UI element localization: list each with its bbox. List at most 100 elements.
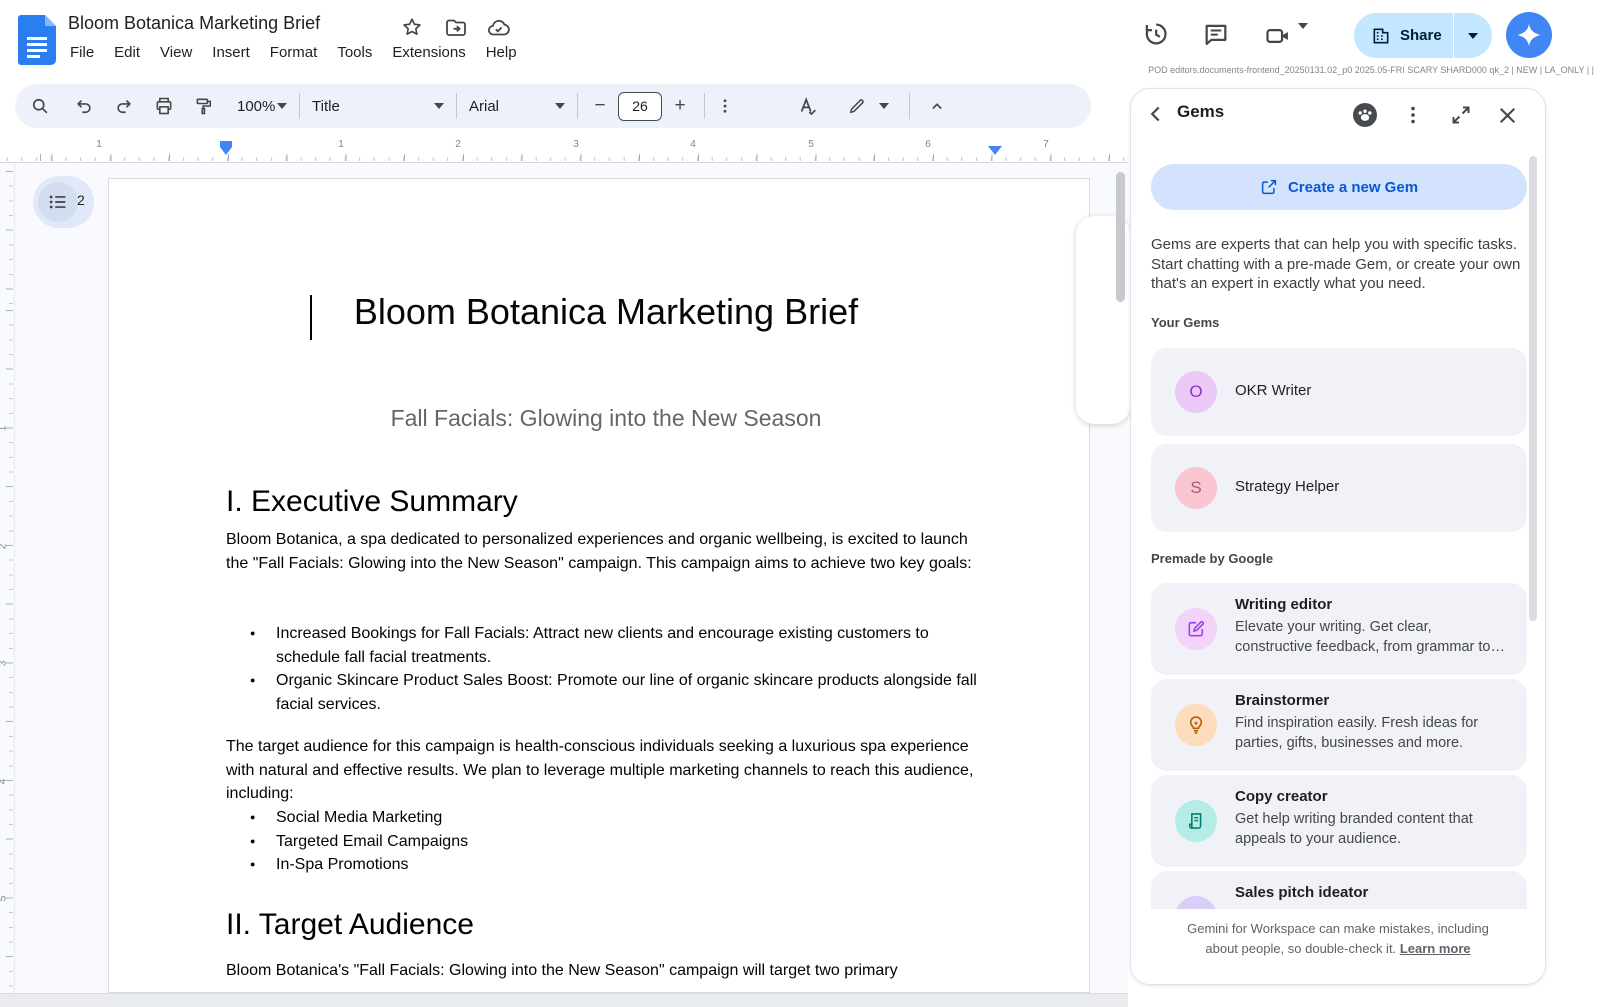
gem-card-okr-writer[interactable]: O OKR Writer bbox=[1151, 348, 1527, 436]
learn-more-link[interactable]: Learn more bbox=[1400, 941, 1471, 956]
share-button[interactable]: Share bbox=[1354, 13, 1492, 58]
gem-card-brainstormer[interactable]: Brainstormer Find inspiration easily. Fr… bbox=[1151, 679, 1527, 771]
menu-bar: File Edit View Insert Format Tools Exten… bbox=[60, 42, 527, 63]
document-page[interactable]: Bloom Botanica Marketing Brief Fall Faci… bbox=[108, 178, 1090, 993]
ruler-number: 7 bbox=[1043, 139, 1049, 150]
ruler-number: 5 bbox=[808, 139, 814, 150]
gem-name: Brainstormer bbox=[1235, 692, 1329, 709]
doc-paragraph: Bloom Botanica's "Fall Facials: Glowing … bbox=[226, 959, 990, 983]
gem-description: Elevate your writing. Get clear, constru… bbox=[1235, 618, 1513, 657]
ruler-number: 3 bbox=[573, 139, 579, 150]
gemini-spark-icon bbox=[1516, 22, 1542, 48]
ruler-number: 4 bbox=[0, 779, 8, 785]
ruler-number: 2 bbox=[455, 139, 461, 150]
gem-initial: O bbox=[1189, 382, 1202, 402]
doc-bullet-list: Social Media Marketing Targeted Email Ca… bbox=[276, 806, 990, 877]
gem-avatar bbox=[1175, 800, 1217, 842]
gem-name: Sales pitch ideator bbox=[1235, 884, 1368, 901]
gemini-spark-button[interactable] bbox=[1506, 12, 1552, 58]
share-chevron-down-icon[interactable] bbox=[1454, 33, 1492, 39]
google-docs-logo-icon[interactable] bbox=[18, 15, 56, 65]
hide-menus-chevron-up-icon[interactable] bbox=[920, 89, 954, 123]
expand-panel-icon[interactable] bbox=[1449, 103, 1477, 131]
font-size-input[interactable]: 26 bbox=[618, 92, 662, 121]
lightbulb-icon bbox=[1186, 715, 1206, 735]
menu-view[interactable]: View bbox=[150, 42, 202, 63]
comments-icon[interactable] bbox=[1202, 20, 1230, 48]
doc-bullet-item: Organic Skincare Product Sales Boost: Pr… bbox=[276, 669, 990, 716]
more-options-icon[interactable] bbox=[711, 89, 739, 123]
meet-videocam-icon[interactable] bbox=[1264, 22, 1292, 50]
edit-square-icon bbox=[1186, 619, 1206, 639]
gemini-disclaimer: Gemini for Workspace can make mistakes, … bbox=[1131, 909, 1545, 985]
search-menus-icon[interactable] bbox=[23, 89, 57, 123]
ruler-number: 5 bbox=[0, 896, 8, 902]
gem-avatar: S bbox=[1175, 467, 1217, 509]
doc-bullet-list: Increased Bookings for Fall Facials: Att… bbox=[276, 622, 990, 716]
font-select[interactable]: Arial bbox=[461, 89, 573, 123]
paint-format-icon[interactable] bbox=[187, 89, 221, 123]
document-tabs-button[interactable]: 2 bbox=[33, 176, 94, 228]
vertical-ruler: 1 2 3 4 5 bbox=[0, 163, 14, 1007]
undo-icon[interactable] bbox=[67, 89, 101, 123]
ruler-number: 3 bbox=[0, 661, 8, 667]
back-icon[interactable] bbox=[1143, 101, 1171, 129]
paw-easter-egg-icon[interactable] bbox=[1351, 101, 1379, 129]
ruler-number: 6 bbox=[925, 139, 931, 150]
toolbar-divider bbox=[456, 93, 457, 119]
menu-file[interactable]: File bbox=[60, 42, 104, 63]
build-debug-label: POD editors.documents-frontend_20250131.… bbox=[1148, 65, 1594, 75]
menu-insert[interactable]: Insert bbox=[202, 42, 260, 63]
toolbar-divider bbox=[909, 93, 910, 119]
document-scrollbar[interactable] bbox=[1116, 172, 1125, 302]
left-indent-marker[interactable] bbox=[220, 141, 232, 155]
print-icon[interactable] bbox=[147, 89, 181, 123]
redo-icon[interactable] bbox=[107, 89, 141, 123]
menu-edit[interactable]: Edit bbox=[104, 42, 150, 63]
your-gems-label: Your Gems bbox=[1151, 315, 1219, 330]
disclaimer-line2: about people, so double-check it. bbox=[1205, 941, 1396, 956]
doc-heading-title: Bloom Botanica Marketing Brief bbox=[226, 291, 986, 333]
cloud-saved-icon[interactable] bbox=[486, 16, 510, 40]
doc-paragraph: The target audience for this campaign is… bbox=[226, 735, 990, 806]
close-icon[interactable] bbox=[1495, 103, 1523, 131]
horizontal-scroll-track[interactable] bbox=[0, 993, 1128, 1007]
panel-scrollbar[interactable] bbox=[1529, 156, 1537, 621]
share-button-label: Share bbox=[1400, 27, 1442, 44]
gem-card-strategy-helper[interactable]: S Strategy Helper bbox=[1151, 444, 1527, 532]
create-new-gem-button[interactable]: Create a new Gem bbox=[1151, 164, 1527, 210]
spelling-grammar-check-icon[interactable] bbox=[791, 89, 825, 123]
ruler-number: 1 bbox=[96, 139, 102, 150]
bulleted-list-icon bbox=[38, 182, 78, 222]
meet-chevron-down-icon[interactable] bbox=[1298, 29, 1312, 43]
gem-description: Get help writing branded content that ap… bbox=[1235, 810, 1513, 849]
menu-help[interactable]: Help bbox=[476, 42, 527, 63]
zoom-value: 100% bbox=[237, 98, 275, 115]
panel-more-options-icon[interactable] bbox=[1401, 103, 1429, 131]
gem-card-copy-creator[interactable]: Copy creator Get help writing branded co… bbox=[1151, 775, 1527, 867]
doc-bullet-item: Targeted Email Campaigns bbox=[276, 830, 990, 854]
menu-extensions[interactable]: Extensions bbox=[382, 42, 475, 63]
pen-tool-select[interactable] bbox=[839, 89, 897, 123]
create-new-gem-label: Create a new Gem bbox=[1288, 179, 1418, 196]
paragraph-style-select[interactable]: Title bbox=[304, 89, 452, 123]
zoom-select[interactable]: 100% bbox=[229, 89, 295, 123]
gems-description: Gems are experts that can help you with … bbox=[1151, 235, 1533, 294]
gem-name: Writing editor bbox=[1235, 596, 1332, 613]
document-title[interactable]: Bloom Botanica Marketing Brief bbox=[68, 13, 320, 34]
premade-by-google-label: Premade by Google bbox=[1151, 551, 1273, 566]
paragraph-style-value: Title bbox=[312, 98, 340, 115]
menu-format[interactable]: Format bbox=[260, 42, 328, 63]
increase-font-size-button[interactable]: + bbox=[666, 89, 694, 123]
gem-card-writing-editor[interactable]: Writing editor Elevate your writing. Get… bbox=[1151, 583, 1527, 675]
right-indent-marker[interactable] bbox=[988, 146, 1002, 155]
star-icon[interactable] bbox=[401, 16, 425, 40]
decrease-font-size-button[interactable]: − bbox=[586, 89, 614, 123]
gem-name: Strategy Helper bbox=[1235, 478, 1339, 495]
menu-tools[interactable]: Tools bbox=[327, 42, 382, 63]
version-history-icon[interactable] bbox=[1141, 20, 1169, 48]
ruler-number: 2 bbox=[0, 544, 8, 550]
move-to-folder-icon[interactable] bbox=[444, 16, 468, 40]
pen-icon bbox=[847, 96, 867, 116]
font-value: Arial bbox=[469, 98, 499, 115]
